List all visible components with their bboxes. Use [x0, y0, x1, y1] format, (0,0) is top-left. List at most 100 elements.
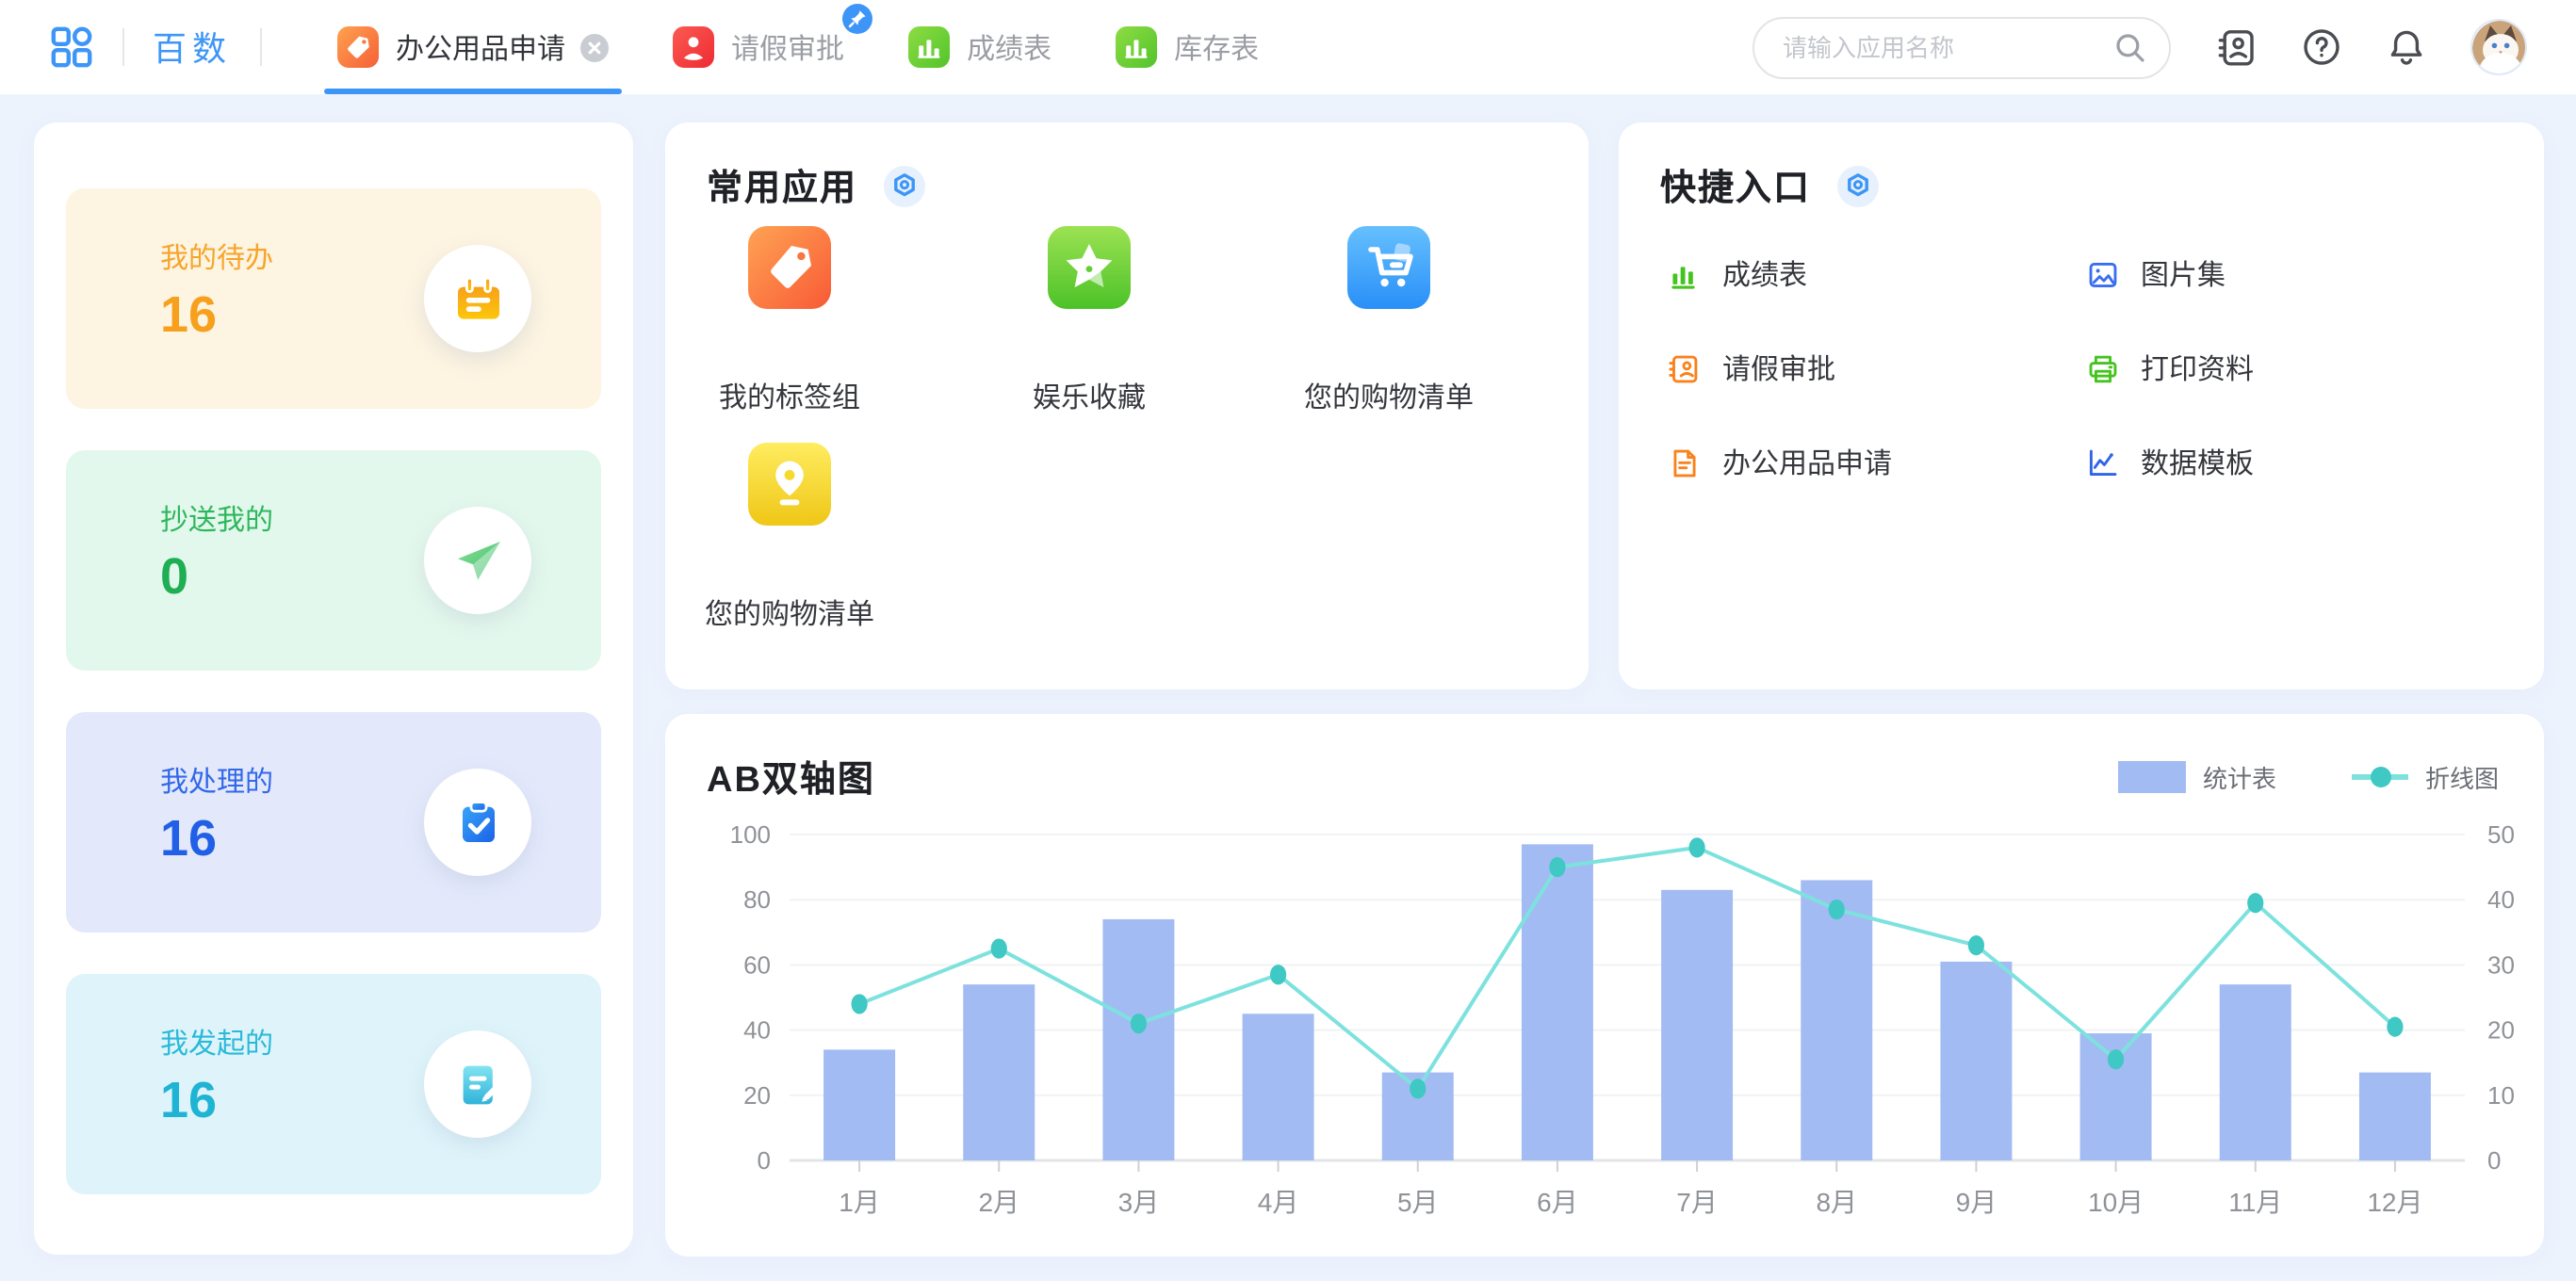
- stat-card-抄送我的[interactable]: 抄送我的 0: [66, 450, 601, 671]
- bar-3月: [1102, 919, 1174, 1160]
- brand-logo[interactable]: 百数: [153, 23, 232, 72]
- app-tile-我的标签组[interactable]: 我的标签组: [639, 226, 940, 416]
- quick-entry-请假审批[interactable]: 请假审批: [1668, 349, 1835, 388]
- app-tile-您的购物清单[interactable]: 您的购物清单: [639, 443, 940, 633]
- section-title: 快捷入口: [1660, 160, 1811, 211]
- stat-label: 我处理的: [160, 761, 273, 801]
- line-series-swatch: [2352, 774, 2408, 780]
- app-tile-label: 您的购物清单: [1304, 377, 1474, 416]
- app-grid-icon[interactable]: [49, 24, 94, 70]
- app-tile-您的购物清单[interactable]: 您的购物清单: [1238, 226, 1540, 416]
- settings-gear-icon[interactable]: [884, 165, 925, 206]
- x-axis-label: 10月: [2088, 1188, 2144, 1217]
- close-tab-icon[interactable]: [580, 33, 609, 61]
- right-axis-tick-label: 0: [2487, 1146, 2501, 1175]
- x-axis-label: 11月: [2228, 1188, 2282, 1217]
- quick-entry-label: 数据模板: [2141, 443, 2254, 482]
- cart-tile-icon: [1347, 226, 1430, 309]
- legend-item-折线图[interactable]: 折线图: [2352, 759, 2499, 795]
- left-axis-tick-label: 60: [743, 950, 771, 979]
- app-tile-label: 娱乐收藏: [1033, 377, 1146, 416]
- search-input[interactable]: [1753, 16, 2171, 78]
- quick-entry-图片集[interactable]: 图片集: [2086, 254, 2225, 294]
- todo-calendar-icon: [424, 245, 531, 352]
- quick-entry-label: 图片集: [2141, 254, 2225, 294]
- line-point-8月: [1829, 900, 1845, 919]
- left-axis-tick-label: 0: [758, 1146, 771, 1175]
- tab-label: 办公用品申请: [396, 27, 565, 67]
- tab-label: 请假审批: [731, 27, 844, 67]
- search-icon[interactable]: [2114, 31, 2146, 73]
- quick-entry-打印资料[interactable]: 打印资料: [2086, 349, 2254, 388]
- app-tile-娱乐收藏[interactable]: 娱乐收藏: [938, 226, 1240, 416]
- left-axis-tick-label: 20: [743, 1081, 771, 1110]
- tab-办公用品申请[interactable]: 办公用品申请: [305, 0, 641, 94]
- right-axis-tick-label: 50: [2487, 820, 2515, 849]
- line-chart-icon: [2086, 446, 2120, 479]
- x-axis-label: 1月: [839, 1188, 880, 1217]
- stat-card-我发起的[interactable]: 我发起的16: [66, 974, 601, 1194]
- line-point-7月: [1688, 837, 1704, 857]
- tab-库存表[interactable]: 库存表: [1084, 0, 1291, 94]
- image-icon: [2086, 257, 2120, 291]
- dual-axis-chart-panel: AB双轴图 统计表折线图 002010402060308040100501月2月…: [665, 714, 2544, 1257]
- divider: [122, 28, 124, 66]
- quick-entry-办公用品申请[interactable]: 办公用品申请: [1668, 443, 1892, 482]
- legend-item-统计表[interactable]: 统计表: [2118, 759, 2276, 795]
- stat-value: 16: [160, 810, 217, 868]
- right-axis-tick-label: 40: [2487, 885, 2515, 914]
- line-point-10月: [2108, 1049, 2124, 1069]
- legend-label: 统计表: [2203, 759, 2276, 795]
- x-axis-label: 8月: [1816, 1188, 1857, 1217]
- x-axis-label: 6月: [1537, 1188, 1578, 1217]
- header-icons: [2216, 19, 2527, 75]
- bar-chart-app-icon: [908, 26, 950, 68]
- line-point-5月: [1410, 1078, 1426, 1098]
- person-app-icon: [673, 26, 714, 68]
- bar-chart-app-icon: [1116, 26, 1157, 68]
- star-tile-icon: [1048, 226, 1131, 309]
- line-point-6月: [1549, 857, 1565, 877]
- left-axis-tick-label: 100: [730, 820, 771, 849]
- clipboard-check-icon: [424, 769, 531, 876]
- pinned-badge-icon[interactable]: [842, 4, 872, 34]
- settings-gear-icon[interactable]: [1837, 165, 1879, 206]
- user-avatar[interactable]: [2470, 19, 2527, 75]
- bar-7月: [1661, 890, 1733, 1160]
- quick-entry-panel: 快捷入口 成绩表 图片集请假审批 打印资料办公用品申请 数据模板: [1619, 122, 2544, 689]
- x-axis-label: 9月: [1956, 1188, 1997, 1217]
- help-icon[interactable]: [2301, 26, 2342, 68]
- app-tile-label: 您的购物清单: [705, 593, 874, 633]
- quick-entry-label: 请假审批: [1722, 349, 1835, 388]
- quick-entry-数据模板[interactable]: 数据模板: [2086, 443, 2254, 482]
- stat-value: 0: [160, 548, 188, 607]
- app-search: [1753, 16, 2171, 78]
- quick-entry-label: 办公用品申请: [1722, 443, 1892, 482]
- stat-card-我处理的[interactable]: 我处理的 16: [66, 712, 601, 932]
- divider: [260, 28, 262, 66]
- x-axis-label: 4月: [1258, 1188, 1299, 1217]
- common-apps-panel: 常用应用 我的标签组娱乐收藏您的购物清单您的购物清单: [665, 122, 1589, 689]
- stat-label: 我的待办: [160, 237, 273, 277]
- line-point-2月: [991, 939, 1007, 959]
- stat-label: 抄送我的: [160, 499, 273, 539]
- line-point-1月: [851, 994, 867, 1013]
- quick-entry-成绩表[interactable]: 成绩表: [1668, 254, 1807, 294]
- stat-label: 我发起的: [160, 1023, 273, 1062]
- app-tabs: 办公用品申请 请假审批成绩表库存表: [305, 0, 1291, 94]
- line-point-11月: [2247, 893, 2263, 913]
- app-tile-label: 我的标签组: [719, 377, 860, 416]
- line-point-3月: [1131, 1013, 1147, 1033]
- notification-bell-icon[interactable]: [2386, 26, 2427, 68]
- stat-card-我的待办[interactable]: 我的待办16: [66, 188, 601, 409]
- bar-8月: [1801, 880, 1872, 1160]
- line-point-12月: [2387, 1017, 2403, 1037]
- tab-请假审批[interactable]: 请假审批: [641, 0, 876, 94]
- chart-title: AB双轴图: [707, 752, 875, 803]
- tab-成绩表[interactable]: 成绩表: [876, 0, 1084, 94]
- dashboard-page: 百数 办公用品申请请假审批成绩表库存表 我的待办16抄送我的0我处理的16我发起…: [0, 0, 2576, 1281]
- section-title: 常用应用: [707, 160, 857, 211]
- contacts-icon[interactable]: [2216, 26, 2258, 68]
- bar-6月: [1522, 844, 1593, 1160]
- bar-series-swatch: [2118, 761, 2186, 793]
